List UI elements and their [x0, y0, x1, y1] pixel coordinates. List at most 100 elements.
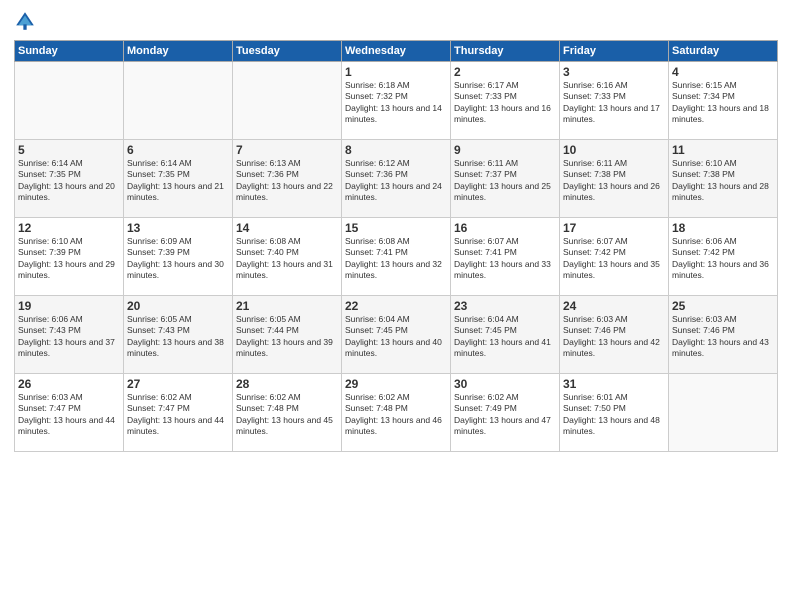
day-number: 9	[454, 143, 556, 157]
day-number: 19	[18, 299, 120, 313]
logo-icon	[14, 10, 36, 32]
day-info: Sunrise: 6:01 AM Sunset: 7:50 PM Dayligh…	[563, 392, 665, 438]
day-number: 7	[236, 143, 338, 157]
day-info: Sunrise: 6:14 AM Sunset: 7:35 PM Dayligh…	[18, 158, 120, 204]
col-header-wednesday: Wednesday	[342, 41, 451, 62]
day-info: Sunrise: 6:02 AM Sunset: 7:49 PM Dayligh…	[454, 392, 556, 438]
col-header-saturday: Saturday	[669, 41, 778, 62]
day-cell: 17Sunrise: 6:07 AM Sunset: 7:42 PM Dayli…	[560, 218, 669, 296]
day-info: Sunrise: 6:18 AM Sunset: 7:32 PM Dayligh…	[345, 80, 447, 126]
day-number: 29	[345, 377, 447, 391]
col-header-monday: Monday	[124, 41, 233, 62]
day-info: Sunrise: 6:17 AM Sunset: 7:33 PM Dayligh…	[454, 80, 556, 126]
day-number: 28	[236, 377, 338, 391]
day-info: Sunrise: 6:05 AM Sunset: 7:44 PM Dayligh…	[236, 314, 338, 360]
day-number: 16	[454, 221, 556, 235]
day-cell: 21Sunrise: 6:05 AM Sunset: 7:44 PM Dayli…	[233, 296, 342, 374]
day-number: 4	[672, 65, 774, 79]
day-number: 17	[563, 221, 665, 235]
day-info: Sunrise: 6:07 AM Sunset: 7:42 PM Dayligh…	[563, 236, 665, 282]
col-header-friday: Friday	[560, 41, 669, 62]
day-cell: 11Sunrise: 6:10 AM Sunset: 7:38 PM Dayli…	[669, 140, 778, 218]
logo	[14, 10, 40, 32]
day-info: Sunrise: 6:09 AM Sunset: 7:39 PM Dayligh…	[127, 236, 229, 282]
day-cell: 20Sunrise: 6:05 AM Sunset: 7:43 PM Dayli…	[124, 296, 233, 374]
day-number: 22	[345, 299, 447, 313]
day-number: 25	[672, 299, 774, 313]
day-cell: 6Sunrise: 6:14 AM Sunset: 7:35 PM Daylig…	[124, 140, 233, 218]
day-number: 8	[345, 143, 447, 157]
col-header-tuesday: Tuesday	[233, 41, 342, 62]
day-info: Sunrise: 6:04 AM Sunset: 7:45 PM Dayligh…	[454, 314, 556, 360]
day-info: Sunrise: 6:03 AM Sunset: 7:46 PM Dayligh…	[672, 314, 774, 360]
day-info: Sunrise: 6:11 AM Sunset: 7:38 PM Dayligh…	[563, 158, 665, 204]
day-cell	[233, 62, 342, 140]
day-cell: 4Sunrise: 6:15 AM Sunset: 7:34 PM Daylig…	[669, 62, 778, 140]
day-number: 13	[127, 221, 229, 235]
day-cell: 7Sunrise: 6:13 AM Sunset: 7:36 PM Daylig…	[233, 140, 342, 218]
week-row-2: 5Sunrise: 6:14 AM Sunset: 7:35 PM Daylig…	[15, 140, 778, 218]
day-cell: 9Sunrise: 6:11 AM Sunset: 7:37 PM Daylig…	[451, 140, 560, 218]
week-row-1: 1Sunrise: 6:18 AM Sunset: 7:32 PM Daylig…	[15, 62, 778, 140]
day-cell: 23Sunrise: 6:04 AM Sunset: 7:45 PM Dayli…	[451, 296, 560, 374]
day-info: Sunrise: 6:10 AM Sunset: 7:39 PM Dayligh…	[18, 236, 120, 282]
day-info: Sunrise: 6:10 AM Sunset: 7:38 PM Dayligh…	[672, 158, 774, 204]
day-cell: 26Sunrise: 6:03 AM Sunset: 7:47 PM Dayli…	[15, 374, 124, 452]
page-container: SundayMondayTuesdayWednesdayThursdayFrid…	[0, 0, 792, 612]
day-cell: 14Sunrise: 6:08 AM Sunset: 7:40 PM Dayli…	[233, 218, 342, 296]
day-number: 2	[454, 65, 556, 79]
day-cell	[669, 374, 778, 452]
day-number: 10	[563, 143, 665, 157]
day-cell: 19Sunrise: 6:06 AM Sunset: 7:43 PM Dayli…	[15, 296, 124, 374]
day-cell	[124, 62, 233, 140]
day-info: Sunrise: 6:13 AM Sunset: 7:36 PM Dayligh…	[236, 158, 338, 204]
col-header-thursday: Thursday	[451, 41, 560, 62]
day-cell: 15Sunrise: 6:08 AM Sunset: 7:41 PM Dayli…	[342, 218, 451, 296]
day-cell: 2Sunrise: 6:17 AM Sunset: 7:33 PM Daylig…	[451, 62, 560, 140]
day-cell: 25Sunrise: 6:03 AM Sunset: 7:46 PM Dayli…	[669, 296, 778, 374]
day-number: 30	[454, 377, 556, 391]
day-number: 31	[563, 377, 665, 391]
day-number: 23	[454, 299, 556, 313]
day-number: 20	[127, 299, 229, 313]
day-number: 5	[18, 143, 120, 157]
day-info: Sunrise: 6:12 AM Sunset: 7:36 PM Dayligh…	[345, 158, 447, 204]
day-number: 1	[345, 65, 447, 79]
day-cell: 18Sunrise: 6:06 AM Sunset: 7:42 PM Dayli…	[669, 218, 778, 296]
col-header-sunday: Sunday	[15, 41, 124, 62]
day-cell: 22Sunrise: 6:04 AM Sunset: 7:45 PM Dayli…	[342, 296, 451, 374]
calendar-table: SundayMondayTuesdayWednesdayThursdayFrid…	[14, 40, 778, 452]
day-cell: 27Sunrise: 6:02 AM Sunset: 7:47 PM Dayli…	[124, 374, 233, 452]
day-cell: 28Sunrise: 6:02 AM Sunset: 7:48 PM Dayli…	[233, 374, 342, 452]
day-cell: 10Sunrise: 6:11 AM Sunset: 7:38 PM Dayli…	[560, 140, 669, 218]
day-cell: 29Sunrise: 6:02 AM Sunset: 7:48 PM Dayli…	[342, 374, 451, 452]
day-cell	[15, 62, 124, 140]
day-number: 12	[18, 221, 120, 235]
day-number: 21	[236, 299, 338, 313]
day-info: Sunrise: 6:14 AM Sunset: 7:35 PM Dayligh…	[127, 158, 229, 204]
day-cell: 24Sunrise: 6:03 AM Sunset: 7:46 PM Dayli…	[560, 296, 669, 374]
day-info: Sunrise: 6:03 AM Sunset: 7:46 PM Dayligh…	[563, 314, 665, 360]
day-info: Sunrise: 6:02 AM Sunset: 7:48 PM Dayligh…	[345, 392, 447, 438]
day-cell: 31Sunrise: 6:01 AM Sunset: 7:50 PM Dayli…	[560, 374, 669, 452]
day-cell: 8Sunrise: 6:12 AM Sunset: 7:36 PM Daylig…	[342, 140, 451, 218]
day-info: Sunrise: 6:04 AM Sunset: 7:45 PM Dayligh…	[345, 314, 447, 360]
day-info: Sunrise: 6:16 AM Sunset: 7:33 PM Dayligh…	[563, 80, 665, 126]
header	[14, 10, 778, 32]
day-info: Sunrise: 6:03 AM Sunset: 7:47 PM Dayligh…	[18, 392, 120, 438]
day-info: Sunrise: 6:11 AM Sunset: 7:37 PM Dayligh…	[454, 158, 556, 204]
day-info: Sunrise: 6:02 AM Sunset: 7:47 PM Dayligh…	[127, 392, 229, 438]
day-number: 6	[127, 143, 229, 157]
week-row-3: 12Sunrise: 6:10 AM Sunset: 7:39 PM Dayli…	[15, 218, 778, 296]
day-info: Sunrise: 6:05 AM Sunset: 7:43 PM Dayligh…	[127, 314, 229, 360]
day-info: Sunrise: 6:06 AM Sunset: 7:43 PM Dayligh…	[18, 314, 120, 360]
day-cell: 1Sunrise: 6:18 AM Sunset: 7:32 PM Daylig…	[342, 62, 451, 140]
day-number: 26	[18, 377, 120, 391]
day-cell: 30Sunrise: 6:02 AM Sunset: 7:49 PM Dayli…	[451, 374, 560, 452]
day-cell: 16Sunrise: 6:07 AM Sunset: 7:41 PM Dayli…	[451, 218, 560, 296]
day-number: 14	[236, 221, 338, 235]
day-number: 3	[563, 65, 665, 79]
day-info: Sunrise: 6:06 AM Sunset: 7:42 PM Dayligh…	[672, 236, 774, 282]
day-number: 11	[672, 143, 774, 157]
day-number: 18	[672, 221, 774, 235]
